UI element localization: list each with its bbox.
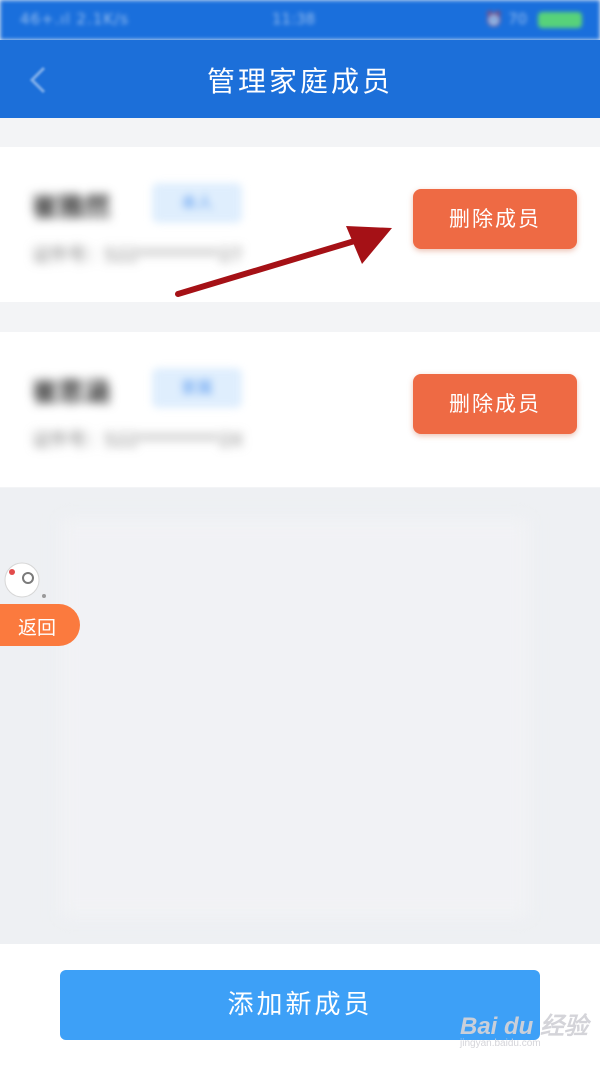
- floating-return-button[interactable]: 返回: [0, 604, 80, 646]
- status-network: 46+.ıl 2.1K/s: [20, 10, 130, 28]
- status-time: 11:38: [272, 10, 316, 28]
- floating-mascot-icon: [0, 556, 48, 606]
- status-indicators: ⏰ 70: [485, 10, 582, 28]
- member-id: 证件号：522*********2X: [32, 430, 244, 451]
- battery-icon: [538, 11, 582, 28]
- status-battery-text: ⏰ 70: [484, 10, 528, 28]
- watermark-text: Bai du 经验: [460, 1013, 589, 1040]
- return-label: 返回: [18, 617, 57, 639]
- nav-bar: 管理家庭成员: [0, 40, 600, 118]
- member-tag: 本人: [152, 183, 242, 223]
- empty-placeholder: [60, 518, 530, 918]
- member-tag: 家属: [152, 368, 242, 408]
- page-title: 管理家庭成员: [206, 65, 393, 98]
- delete-member-button[interactable]: 删除成员: [413, 189, 577, 249]
- member-name: 崔雅然: [32, 193, 111, 223]
- member-card: 崔思涵 家属 证件号：522*********2X 删除成员: [0, 332, 600, 487]
- annotation-arrow-icon: [175, 226, 392, 297]
- watermark-subtext: jingyan.baidu.com: [460, 1038, 541, 1049]
- baidu-watermark: Bai du 经验 jingyan.baidu.com: [458, 1000, 598, 1060]
- empty-content-area: [0, 488, 600, 944]
- delete-member-button[interactable]: 删除成员: [413, 374, 577, 434]
- status-bar: 46+.ıl 2.1K/s 11:38 ⏰ 70: [0, 0, 600, 40]
- member-name: 崔思涵: [32, 378, 111, 408]
